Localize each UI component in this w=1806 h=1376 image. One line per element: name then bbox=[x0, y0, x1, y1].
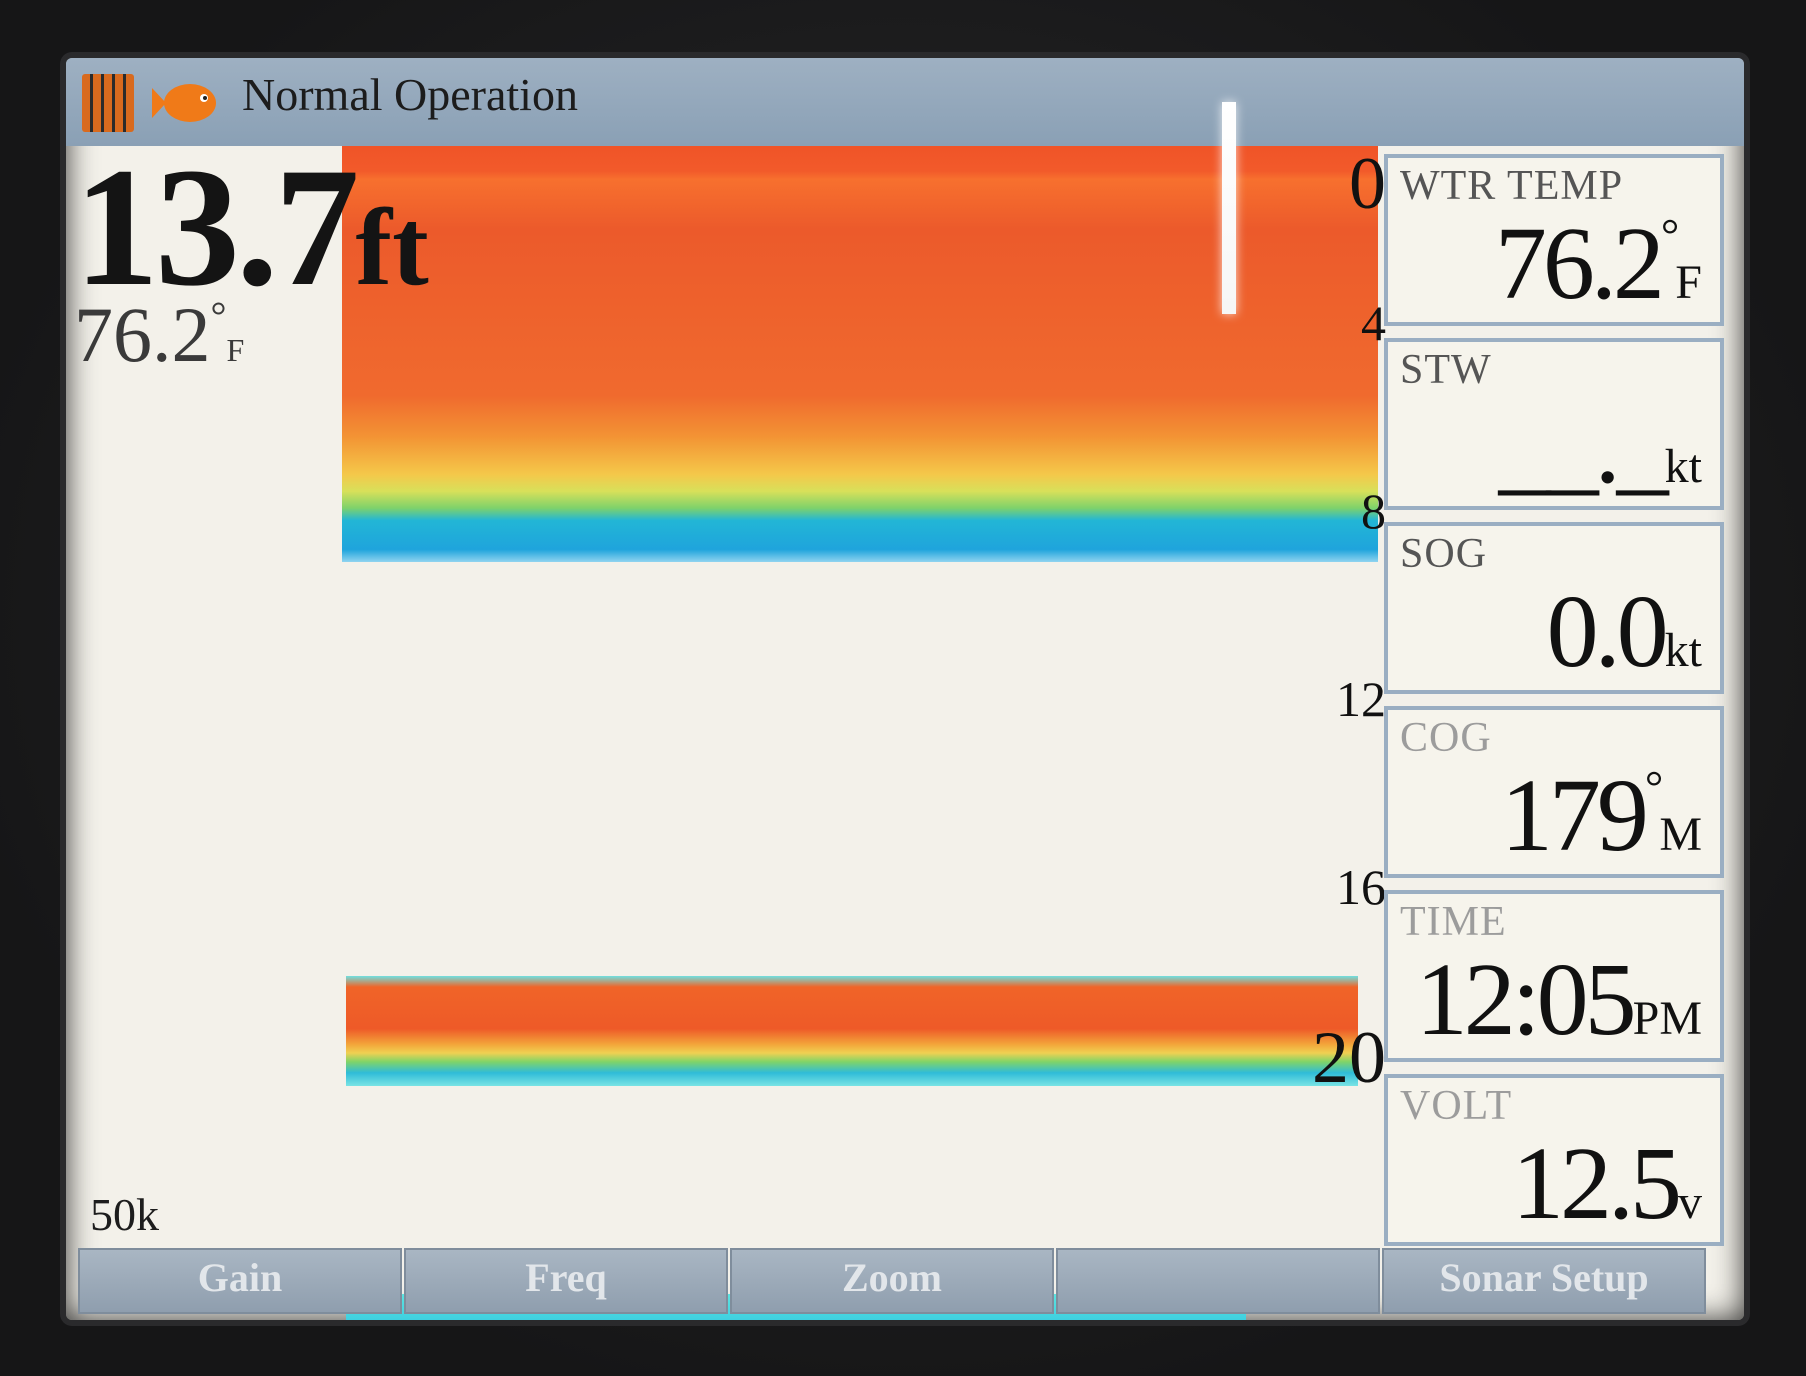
softkey-zoom[interactable]: Zoom bbox=[730, 1248, 1054, 1314]
temp-unit: F bbox=[226, 332, 245, 368]
sonar-screen: Normal Operation 13.7ft 76.2°F 0 4 8 12 … bbox=[66, 58, 1744, 1320]
field-label: VOLT bbox=[1400, 1083, 1513, 1129]
field-value: 0.0kt bbox=[1546, 574, 1702, 689]
depth-scale: 0 4 8 12 16 20 bbox=[1296, 143, 1386, 1246]
depth-tick: 20 bbox=[1312, 1017, 1386, 1099]
glare-highlight bbox=[1222, 102, 1236, 314]
field-label: STW bbox=[1400, 347, 1492, 393]
field-volt[interactable]: VOLT 12.5v bbox=[1384, 1074, 1724, 1246]
depth-readout: 13.7ft bbox=[74, 142, 429, 312]
field-water-temp[interactable]: WTR TEMP 76.2°F bbox=[1384, 154, 1724, 326]
field-label: WTR TEMP bbox=[1400, 163, 1624, 209]
field-time[interactable]: TIME 12:05PM bbox=[1384, 890, 1724, 1062]
field-sog[interactable]: SOG 0.0kt bbox=[1384, 522, 1724, 694]
temp-readout: 76.2°F bbox=[74, 296, 244, 374]
depth-tick: 4 bbox=[1361, 295, 1386, 351]
softkey-blank[interactable] bbox=[1056, 1248, 1380, 1314]
softkey-bar: Gain Freq Zoom Sonar Setup bbox=[78, 1248, 1728, 1314]
depth-tick: 8 bbox=[1361, 483, 1386, 539]
field-label: TIME bbox=[1400, 899, 1507, 945]
depth-tick: 16 bbox=[1336, 859, 1386, 915]
softkey-gain[interactable]: Gain bbox=[78, 1248, 402, 1314]
frequency-label: 50k bbox=[90, 1189, 159, 1240]
softkey-sonar-setup[interactable]: Sonar Setup bbox=[1382, 1248, 1706, 1314]
field-stw[interactable]: STW __._kt bbox=[1384, 338, 1724, 510]
depth-tick: 0 bbox=[1349, 143, 1386, 225]
field-value: 12.5v bbox=[1512, 1126, 1702, 1241]
field-cog[interactable]: COG 179°M bbox=[1384, 706, 1724, 878]
field-value: __._kt bbox=[1498, 390, 1702, 505]
field-value: 12:05PM bbox=[1415, 942, 1702, 1057]
fish-icon bbox=[152, 84, 216, 122]
field-label: SOG bbox=[1400, 531, 1488, 577]
field-value: 76.2°F bbox=[1494, 206, 1702, 321]
field-label: COG bbox=[1400, 715, 1492, 761]
sonar-return-bottom bbox=[346, 976, 1358, 1086]
temp-value: 76.2 bbox=[74, 291, 211, 378]
depth-tick: 12 bbox=[1336, 671, 1386, 727]
depth-unit: ft bbox=[355, 186, 429, 308]
page-title: Normal Operation bbox=[242, 69, 578, 120]
sonar-history[interactable] bbox=[342, 102, 1378, 1320]
field-value: 179°M bbox=[1500, 758, 1702, 873]
temp-degree: ° bbox=[210, 293, 227, 338]
softkey-freq[interactable]: Freq bbox=[404, 1248, 728, 1314]
brand-logo-icon bbox=[82, 74, 134, 132]
